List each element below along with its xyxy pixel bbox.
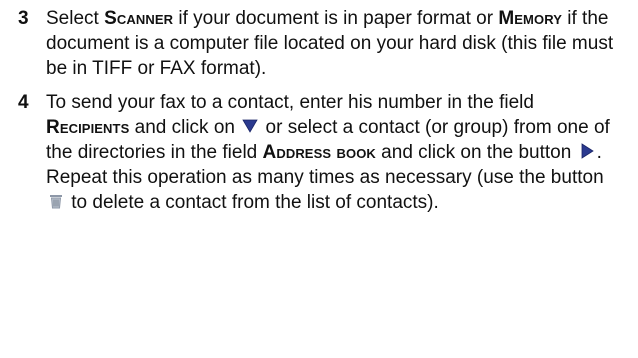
text-run: To send your fax to a contact, enter his… [46,92,534,113]
down-arrow-icon[interactable] [241,117,259,135]
ui-keyword: Scanner [104,8,174,29]
steps-list: 3 Select Scanner if your document is in p… [18,6,620,215]
right-arrow-icon[interactable] [578,142,596,160]
step-text: Select Scanner if your document is in pa… [46,6,620,81]
step-number: 3 [18,8,29,29]
ui-keyword: Recipients [46,117,130,138]
document-page: 3 Select Scanner if your document is in p… [0,0,638,358]
ui-keyword: Memory [498,8,562,29]
step-number: 4 [18,92,29,113]
ui-keyword: Address book [262,142,376,163]
trash-icon[interactable] [47,192,65,210]
text-run: and click on the button [375,142,577,163]
step-item: 4 To send your fax to a contact, enter hi… [18,90,620,215]
text-run: to delete a contact from the list of con… [66,192,439,213]
text-run: if your document is in paper format or [173,8,499,29]
step-text: To send your fax to a contact, enter his… [46,90,620,215]
step-item: 3 Select Scanner if your document is in p… [18,6,620,81]
text-run: and click on [129,117,241,138]
text-run: Select [46,8,105,29]
